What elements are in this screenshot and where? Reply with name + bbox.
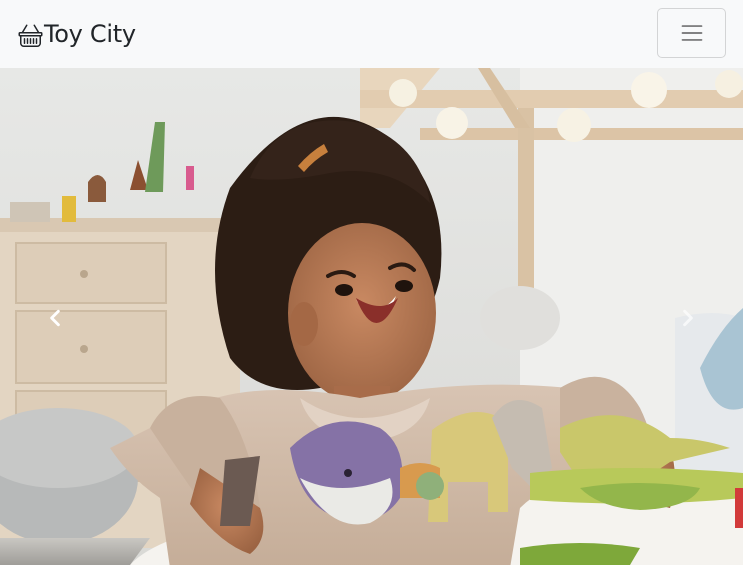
navbar: Toy City: [0, 0, 743, 68]
navbar-toggler-button[interactable]: [657, 8, 726, 58]
carousel-prev-button[interactable]: [0, 68, 110, 565]
chevron-right-icon: [683, 309, 693, 326]
hamburger-menu-icon: [681, 25, 702, 41]
carousel-slide-photo: [0, 68, 743, 565]
hero-carousel: [0, 68, 743, 565]
carousel-next-button[interactable]: [633, 68, 743, 565]
chevron-left-icon: [50, 309, 60, 326]
basket-icon: [18, 24, 43, 47]
brand-link[interactable]: Toy City: [18, 16, 136, 52]
brand-name: Toy City: [44, 20, 136, 48]
